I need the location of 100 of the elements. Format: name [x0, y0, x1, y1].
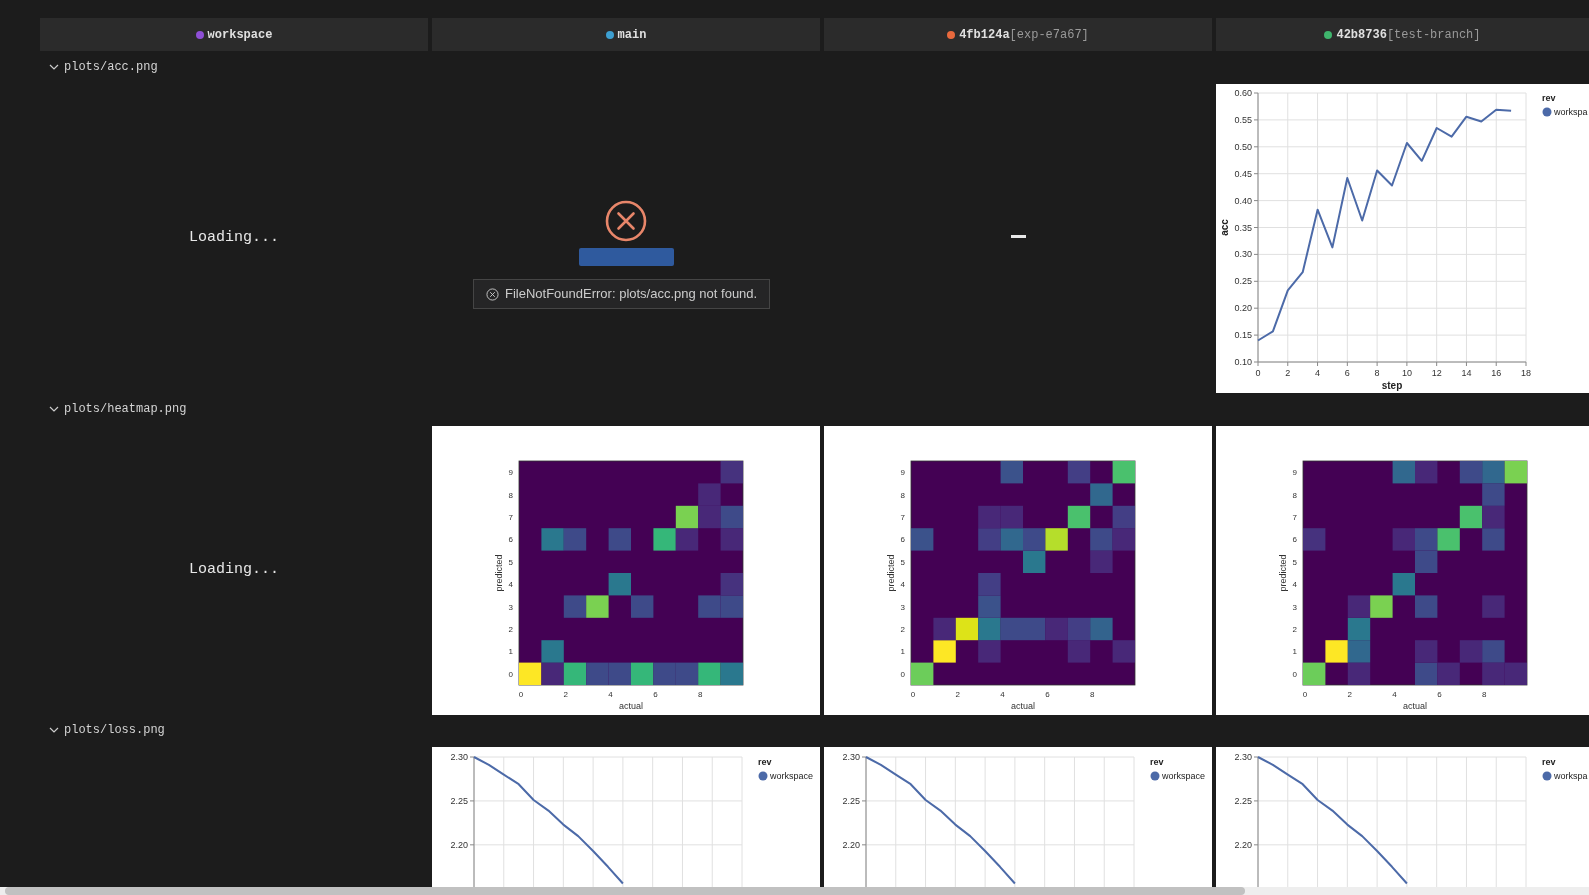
- heatmap-cell: [978, 617, 1001, 641]
- tick-label: 4: [1315, 368, 1321, 378]
- legend-marker: [758, 771, 768, 781]
- heatmap-cell: [541, 662, 564, 685]
- heatmap-cell: [1045, 528, 1068, 551]
- branch-name: [test-branch]: [1386, 26, 1481, 44]
- tick-label: 2: [955, 690, 961, 699]
- heatmap-cell: [720, 528, 743, 551]
- heatmap-cell: [1415, 662, 1438, 685]
- legend-marker: [1542, 107, 1552, 117]
- heatmap-cell: [1090, 550, 1113, 573]
- section-title[interactable]: plots/loss.png: [64, 721, 165, 739]
- heatmap-cell: [1415, 595, 1438, 618]
- axis-title: acc: [1219, 219, 1230, 236]
- tick-label: 9: [508, 468, 513, 478]
- heatmap-cell: [978, 528, 1001, 551]
- legend-title: rev: [758, 757, 772, 767]
- axis-title: actual: [619, 701, 643, 711]
- tick-label: 16: [1491, 368, 1502, 378]
- heatmap-cell: [1000, 461, 1023, 484]
- tick-label: 3: [900, 602, 905, 612]
- tick-label: 0.45: [1234, 168, 1252, 179]
- tick-label: 2: [900, 625, 905, 634]
- tick-label: 0.30: [1234, 249, 1252, 260]
- tick-label: 2.20: [450, 839, 468, 850]
- tick-label: 14: [1461, 368, 1472, 378]
- branch-name: [exp-e7a67]: [1009, 26, 1089, 44]
- heatmap-cell: [541, 640, 564, 663]
- heatmap-cell: [608, 528, 631, 551]
- heatmap-cell: [720, 461, 743, 484]
- heatmap-cell: [978, 595, 1001, 618]
- heatmap-cell: [1067, 461, 1091, 484]
- tick-label: 18: [1521, 368, 1531, 378]
- heatmap-cell: [698, 483, 721, 506]
- tick-label: 9: [1292, 468, 1297, 478]
- tick-label: 0.20: [1234, 303, 1252, 314]
- tick-label: 4: [1000, 690, 1005, 699]
- tick-label: 8: [1374, 368, 1380, 378]
- heatmap-cell: [1347, 595, 1371, 618]
- heatmap-cell: [653, 528, 676, 551]
- tick-label: 7: [1292, 513, 1297, 522]
- heatmap-cell: [1347, 640, 1371, 663]
- axis-title: actual: [1011, 701, 1035, 711]
- tick-label: 0.10: [1234, 357, 1252, 367]
- tick-label: 0.15: [1234, 330, 1252, 341]
- tick-label: 2.25: [842, 795, 860, 806]
- heatmap-cell: [1459, 640, 1483, 663]
- axis-title: actual: [1403, 701, 1427, 711]
- tick-label: 3: [508, 602, 513, 612]
- tick-label: 9: [900, 468, 905, 478]
- axis-title: predicted: [494, 554, 504, 592]
- legend-title: rev: [1542, 93, 1556, 103]
- heatmap-cell: [1437, 662, 1460, 685]
- heatmap-cell: [933, 640, 956, 663]
- tick-label: 8: [508, 490, 513, 500]
- tick-label: 4: [608, 690, 613, 699]
- tick-label: 12: [1431, 368, 1442, 378]
- tick-label: 8: [1292, 490, 1297, 500]
- heatmap-cell: [1303, 662, 1326, 685]
- heatmap-cell: [519, 662, 542, 685]
- tick-label: 0.55: [1234, 114, 1252, 125]
- heatmap-cell: [1482, 483, 1505, 506]
- tick-label: 5: [900, 557, 905, 567]
- heatmap-cell: [978, 573, 1001, 596]
- tick-label: 6: [1344, 368, 1350, 378]
- heatmap-cell: [720, 573, 743, 596]
- legend-marker: [1542, 771, 1552, 781]
- axis-title: step: [1381, 380, 1403, 391]
- error-icon: [605, 200, 647, 242]
- heatmap-cell: [1415, 640, 1438, 663]
- tick-label: 2.25: [1234, 795, 1252, 806]
- tick-label: 6: [900, 535, 905, 545]
- heatmap-cell: [911, 662, 934, 685]
- heatmap-cell: [1482, 662, 1505, 685]
- heatmap-cell: [1482, 505, 1505, 529]
- tick-label: 2: [1347, 690, 1353, 699]
- tick-label: 2.20: [1234, 839, 1252, 850]
- tick-label: 6: [508, 535, 513, 545]
- heatmap-cell: [1090, 617, 1113, 641]
- section-title[interactable]: plots/acc.png: [64, 57, 158, 76]
- error-icon: [486, 287, 499, 301]
- heatmap-cell: [1090, 528, 1113, 551]
- heatmap-cell: [1023, 528, 1046, 551]
- axis-title: predicted: [886, 554, 896, 592]
- heatmap-cell: [1067, 640, 1091, 663]
- heatmap-cell: [1023, 617, 1046, 641]
- tick-label: 6: [1437, 690, 1442, 699]
- section-title[interactable]: plots/heatmap.png: [64, 399, 187, 418]
- heatmap-cell: [1392, 461, 1415, 484]
- tick-label: 0: [518, 690, 524, 699]
- scrollbar-thumb[interactable]: [5, 887, 1245, 895]
- tick-label: 5: [1292, 557, 1297, 567]
- tick-label: 2.20: [842, 839, 860, 850]
- heatmap-cell: [1459, 461, 1483, 484]
- heatmap-cell: [1000, 528, 1023, 551]
- tick-label: 2.25: [450, 795, 468, 806]
- heatmap-cell: [1325, 640, 1348, 663]
- tick-label: 0.25: [1234, 276, 1252, 287]
- dash-icon: [1010, 235, 1026, 238]
- heatmap-cell: [1415, 550, 1438, 573]
